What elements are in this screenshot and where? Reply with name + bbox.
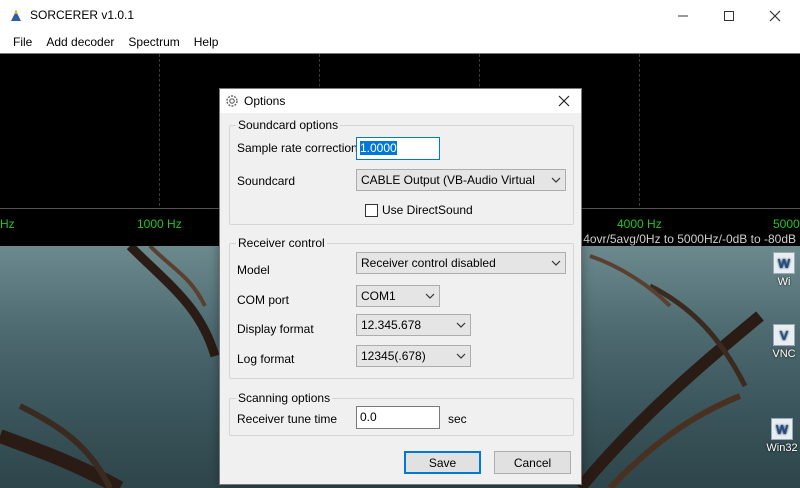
maximize-button[interactable] xyxy=(706,0,752,31)
display-format-select-value: 12.345.678 xyxy=(361,318,422,332)
model-select-value: Receiver control disabled xyxy=(361,256,496,270)
close-icon xyxy=(769,10,781,21)
grid-line xyxy=(159,54,160,206)
freq-label: 5000 xyxy=(773,217,800,231)
maximize-icon xyxy=(724,10,734,21)
minimize-button[interactable] xyxy=(660,0,706,31)
spectrum-status-text: 4ovr/5avg/0Hz to 5000Hz/-0dB to -80dB xyxy=(583,232,796,246)
tune-time-input[interactable]: 0.0 xyxy=(356,406,440,429)
soundcard-options-group: Soundcard options Sample rate correction… xyxy=(229,118,574,225)
receiver-control-group: Receiver control Model Receiver control … xyxy=(229,236,574,379)
dialog-titlebar: Options xyxy=(220,89,581,113)
desktop-shortcut-label: Wi xyxy=(777,276,791,288)
model-select[interactable]: Receiver control disabled xyxy=(356,252,566,274)
options-dialog: Options Soundcard options Sample rate co… xyxy=(219,88,582,485)
sorcerer-app-icon xyxy=(11,9,21,21)
menubar: File Add decoder Spectrum Help xyxy=(0,31,800,53)
directsound-checkbox-row[interactable]: Use DirectSound xyxy=(365,203,473,217)
log-format-label: Log format xyxy=(237,352,295,366)
desktop-shortcut-label: Win32 xyxy=(766,442,798,454)
sample-rate-input[interactable]: 1.0000 xyxy=(356,137,440,160)
display-format-select[interactable]: 12.345.678 xyxy=(356,314,471,336)
dialog-close-button[interactable] xyxy=(547,89,581,113)
chevron-down-icon xyxy=(456,353,466,359)
win32-icon: W xyxy=(771,418,793,440)
chevron-down-icon xyxy=(425,293,435,299)
app-title: SORCERER v1.0.1 xyxy=(30,8,135,22)
freq-label: 4000 Hz xyxy=(617,217,662,231)
com-port-select[interactable]: COM1 xyxy=(356,285,440,307)
directsound-label: Use DirectSound xyxy=(382,203,473,217)
app-titlebar: SORCERER v1.0.1 xyxy=(0,0,800,31)
desktop-shortcut-1[interactable]: W Wi xyxy=(764,252,800,304)
close-icon xyxy=(558,95,570,107)
model-label: Model xyxy=(237,263,270,277)
group-legend: Scanning options xyxy=(236,391,333,405)
chevron-down-icon xyxy=(551,260,561,266)
group-legend: Soundcard options xyxy=(236,118,341,132)
minimize-icon xyxy=(678,15,688,16)
dialog-title: Options xyxy=(244,94,286,108)
tune-time-value: 0.0 xyxy=(360,410,377,424)
menu-file[interactable]: File xyxy=(6,35,39,49)
menu-spectrum[interactable]: Spectrum xyxy=(121,35,186,49)
desktop-shortcut-win32[interactable]: W Win32 xyxy=(762,418,800,470)
menu-add-decoder[interactable]: Add decoder xyxy=(39,35,121,49)
shortcut-icon: W xyxy=(773,252,795,274)
display-format-label: Display format xyxy=(237,322,314,336)
freq-label: Hz xyxy=(0,217,15,231)
directsound-checkbox[interactable] xyxy=(365,203,378,217)
chevron-down-icon xyxy=(551,177,561,183)
log-format-select-value: 12345(.678) xyxy=(361,349,426,363)
desktop-shortcut-label: VNC xyxy=(772,348,796,360)
group-legend: Receiver control xyxy=(236,236,327,250)
grid-line xyxy=(639,54,640,206)
sample-rate-label: Sample rate correction xyxy=(237,141,358,155)
freq-label: 1000 Hz xyxy=(137,217,182,231)
sample-rate-value: 1.0000 xyxy=(360,141,397,155)
com-port-label: COM port xyxy=(237,293,290,307)
log-format-select[interactable]: 12345(.678) xyxy=(356,345,471,367)
com-port-select-value: COM1 xyxy=(361,289,396,303)
close-button[interactable] xyxy=(752,0,798,31)
vnc-icon: V xyxy=(773,324,795,346)
cancel-button[interactable]: Cancel xyxy=(494,451,571,474)
soundcard-select-value: CABLE Output (VB-Audio Virtual xyxy=(361,173,535,187)
save-button[interactable]: Save xyxy=(404,451,481,474)
tune-time-label: Receiver tune time xyxy=(237,412,338,426)
desktop-shortcut-vnc[interactable]: V VNC xyxy=(764,324,800,376)
soundcard-label: Soundcard xyxy=(237,174,296,188)
scanning-options-group: Scanning options Receiver tune time 0.0 … xyxy=(229,391,574,436)
gear-icon xyxy=(226,95,238,107)
soundcard-select[interactable]: CABLE Output (VB-Audio Virtual xyxy=(356,169,566,191)
menu-help[interactable]: Help xyxy=(187,35,226,49)
tune-time-unit: sec xyxy=(448,412,467,426)
chevron-down-icon xyxy=(456,322,466,328)
